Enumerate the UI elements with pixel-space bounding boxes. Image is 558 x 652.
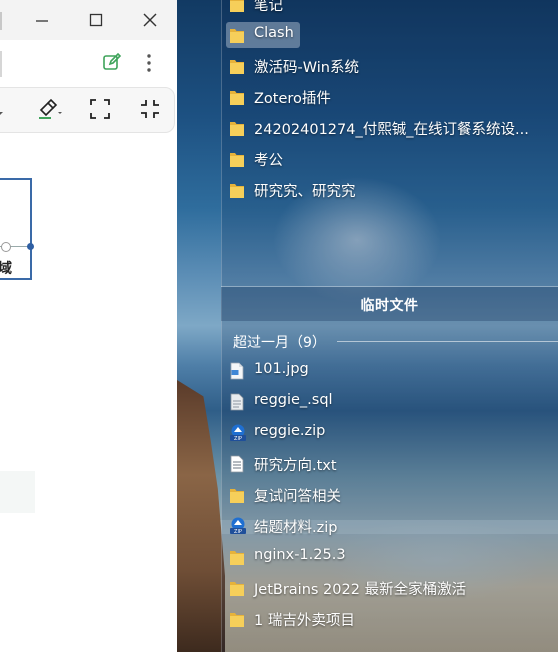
fence-item-label: 101.jpg (254, 361, 309, 377)
fence-item-label: 研究究、研究究 (254, 184, 356, 200)
folder-icon (229, 486, 245, 504)
image-file-icon (229, 362, 245, 380)
zip-file-icon: ZIP (229, 517, 246, 535)
fence-item-label: 考公 (254, 153, 283, 169)
address-bar (0, 40, 177, 88)
maximize-icon (89, 13, 103, 27)
more-vertical-icon (147, 54, 151, 72)
connection-handle[interactable] (1, 242, 11, 252)
diagram-node-label: 域 (0, 261, 12, 277)
more-options-button[interactable] (137, 51, 163, 77)
highlighter-tool[interactable] (33, 94, 63, 124)
fence-item-label: JetBrains 2022 最新全家桶激活 (254, 582, 467, 598)
wallpaper-cliff (177, 380, 225, 652)
fence-item-label: 1 瑞吉外卖项目 (254, 613, 355, 629)
folder-icon (229, 0, 245, 13)
fence-item-label: 笔记 (254, 0, 283, 14)
sql-file-icon (229, 393, 245, 411)
fence-item-label: 复试问答相关 (254, 489, 341, 505)
fullscreen-button[interactable] (85, 94, 115, 124)
editor-toolbar (0, 87, 175, 133)
fence-title: 临时文件 (360, 298, 419, 314)
status-strip (0, 471, 35, 513)
connection-handle-active[interactable] (27, 243, 34, 250)
tab-edge (0, 12, 2, 30)
edit-icon (103, 52, 122, 70)
group-header-label: 超过一月（9） (233, 335, 326, 351)
tool-dropdown[interactable] (0, 94, 25, 124)
title-bar (0, 0, 177, 40)
fence-item-label: 研究方向.txt (254, 458, 337, 474)
fence-item-label: nginx-1.25.3 (254, 547, 346, 563)
folder-icon (229, 119, 245, 137)
folder-icon (229, 26, 245, 44)
collapse-icon (141, 100, 159, 118)
fence-item-label: 24202401274_付熙铖_在线订餐系统设... (254, 122, 529, 138)
folder-icon (229, 150, 245, 168)
fence-item-label: reggie.zip (254, 423, 326, 439)
fence-item[interactable]: Clash (226, 22, 300, 48)
fence-item-label: Zotero插件 (254, 91, 331, 107)
highlighter-icon (39, 98, 62, 119)
zip-file-icon: ZIP (229, 424, 246, 442)
folder-icon (229, 181, 245, 199)
svg-text:ZIP: ZIP (234, 529, 242, 535)
address-edge (0, 51, 2, 77)
exit-fullscreen-button[interactable] (135, 94, 165, 124)
folder-icon (229, 610, 245, 628)
folder-icon (229, 88, 245, 106)
fence-item-label: Clash (254, 25, 294, 41)
folder-icon (229, 579, 245, 597)
close-button[interactable] (137, 8, 163, 32)
text-file-icon (229, 455, 245, 473)
desktop: 笔记 Clash 激活码-Win系统 Zotero插件 24202401274_付熙铖_… (177, 0, 558, 652)
expand-icon (90, 99, 110, 119)
fence-item-label: reggie_.sql (254, 392, 333, 408)
chevron-down-icon (0, 112, 3, 115)
close-icon (143, 13, 157, 27)
edit-button[interactable] (101, 51, 127, 77)
fence-item-label: 激活码-Win系统 (254, 60, 359, 76)
minimize-button[interactable] (29, 8, 55, 32)
fence-item-label: 结题材料.zip (254, 520, 338, 536)
minimize-icon (36, 20, 48, 22)
group-header-rule (337, 341, 558, 342)
folder-icon (229, 57, 245, 75)
folder-icon (229, 548, 245, 566)
app-window: 域 (0, 0, 177, 652)
svg-text:ZIP: ZIP (234, 436, 242, 442)
maximize-button[interactable] (83, 8, 109, 32)
